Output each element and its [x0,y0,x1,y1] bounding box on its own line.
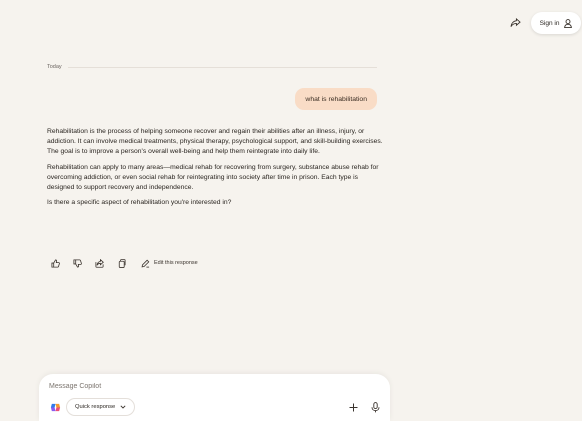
response-mode-select[interactable]: Quick response [66,398,136,416]
dislike-button[interactable] [69,256,85,270]
response-mode-label: Quick response [75,404,116,410]
divider [67,66,377,68]
sign-in-button[interactable]: Sign in [531,12,581,34]
add-attachment-button[interactable] [346,400,360,414]
edit-icon [141,259,150,268]
edit-response-label: Edit this response [154,260,198,266]
user-icon [564,18,573,28]
thumbs-up-icon [50,258,60,268]
assistant-reply: Rehabilitation is the process of helping… [47,127,383,213]
plus-icon [349,403,357,411]
copy-button[interactable] [113,256,129,270]
copy-icon [118,258,126,268]
message-composer: Quick response [39,374,390,421]
copilot-logo-icon [50,403,61,412]
date-separator: Today [47,64,377,70]
thumbs-down-icon [72,258,82,268]
share-response-button[interactable] [91,256,107,270]
reply-paragraph: Is there a specific aspect of rehabilita… [47,199,232,207]
message-input[interactable] [49,379,349,393]
share-icon [510,18,521,27]
top-bar: Sign in [0,0,582,44]
date-label: Today [47,64,62,70]
chevron-down-icon [120,405,126,409]
edit-response-button[interactable]: Edit this response [141,259,198,268]
share-conversation-button[interactable] [505,14,525,32]
reply-paragraph: Rehabilitation is the process of helping… [47,128,383,156]
like-button[interactable] [47,256,63,270]
response-actions: Edit this response [47,256,198,270]
user-message-bubble: what is rehabilitation [295,88,377,110]
voice-input-button[interactable] [368,400,382,414]
share-icon [94,258,104,268]
sign-in-label: Sign in [539,19,560,27]
reply-paragraph: Rehabilitation can apply to many areas—m… [47,163,379,192]
microphone-icon [371,401,379,412]
